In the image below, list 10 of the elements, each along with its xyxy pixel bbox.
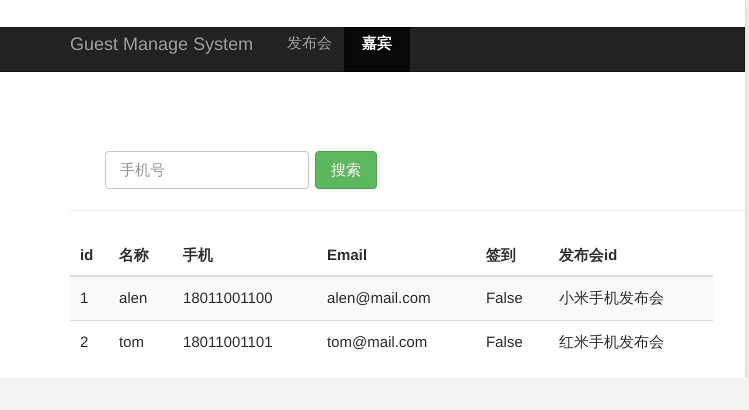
table-cell: 红米手机发布会 xyxy=(549,320,713,364)
phone-search-field[interactable]: 手机号 xyxy=(105,151,309,189)
table-cell: 2 xyxy=(70,320,109,364)
table-cell: 18011001101 xyxy=(173,320,317,364)
table-cell: False xyxy=(476,320,549,364)
brand-link[interactable]: Guest Manage System xyxy=(70,27,254,72)
nav-tab[interactable]: 嘉宾 xyxy=(344,27,410,72)
table-cell: tom xyxy=(109,320,173,364)
nav-tab[interactable]: 发布会 xyxy=(275,27,344,72)
table-cell: tom@mail.com xyxy=(317,320,476,364)
